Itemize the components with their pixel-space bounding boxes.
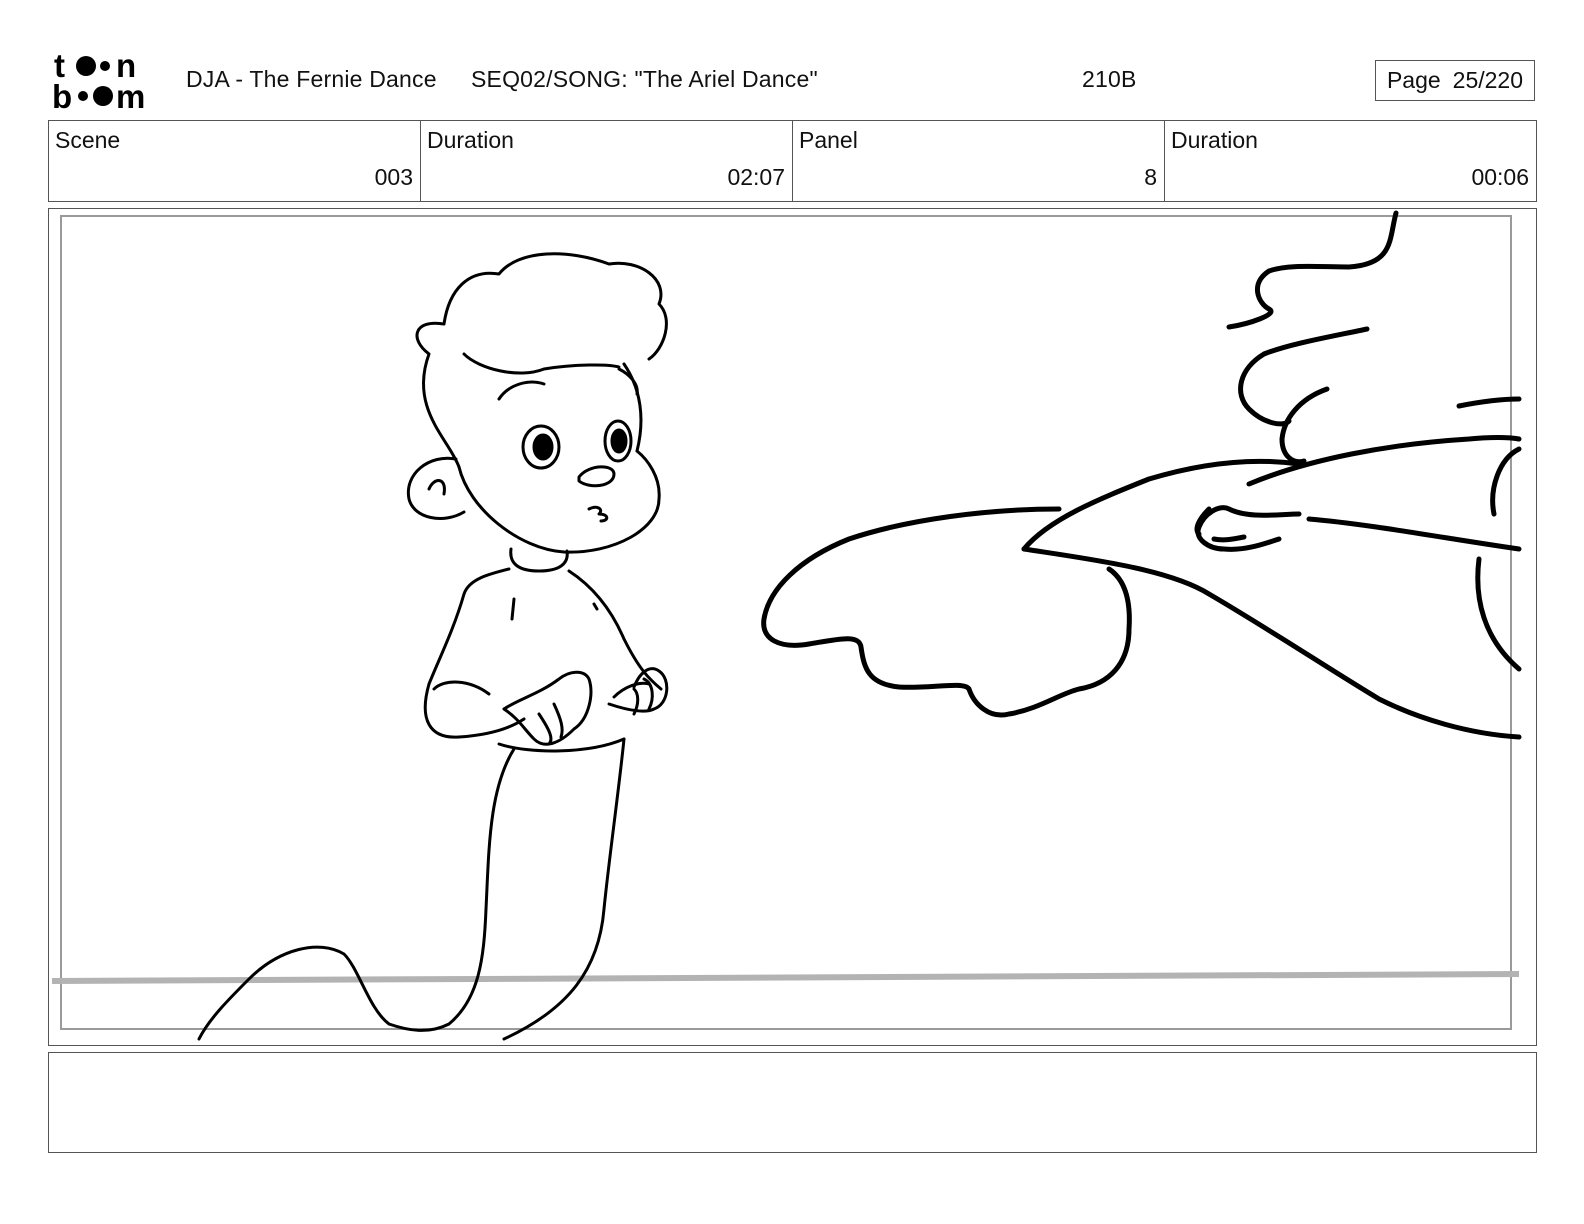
horizon-line — [51, 971, 1520, 984]
panel-value: 8 — [1144, 164, 1157, 190]
scene-cell: Scene 003 — [49, 121, 421, 201]
svg-text:b: b — [52, 78, 72, 112]
panel-duration-value: 00:06 — [1471, 164, 1529, 190]
panel-info-row: Scene 003 Duration 02:07 Panel 8 Duratio… — [48, 120, 1537, 202]
panel-duration-cell: Duration 00:06 — [1165, 121, 1536, 201]
storyboard-drawing — [51, 210, 1522, 1041]
svg-text:m: m — [116, 78, 145, 112]
page-number: 25/220 — [1452, 67, 1524, 93]
panel-notes — [48, 1052, 1537, 1153]
mermaid-tail-offscreen — [761, 210, 1522, 740]
panel-cell: Panel 8 — [793, 121, 1165, 201]
safe-frame — [60, 215, 1512, 1030]
page-label: Page — [1386, 67, 1441, 93]
scene-duration-label: Duration — [427, 127, 514, 153]
panel-label: Panel — [799, 127, 858, 153]
shot-code: 210B — [1082, 66, 1137, 92]
scene-duration-value: 02:07 — [727, 164, 785, 190]
storyboard-panel — [48, 208, 1537, 1046]
sequence-title: SEQ02/SONG: "The Ariel Dance" — [471, 66, 818, 92]
scene-value: 003 — [374, 164, 413, 190]
panel-duration-label: Duration — [1171, 127, 1258, 153]
scene-duration-cell: Duration 02:07 — [421, 121, 793, 201]
page-indicator: Page 25/220 — [1375, 60, 1535, 101]
project-title: DJA - The Fernie Dance — [186, 66, 437, 92]
scene-label: Scene — [55, 127, 121, 153]
toon-boom-logo: t n b m — [52, 50, 145, 112]
boy-character — [197, 252, 669, 1041]
